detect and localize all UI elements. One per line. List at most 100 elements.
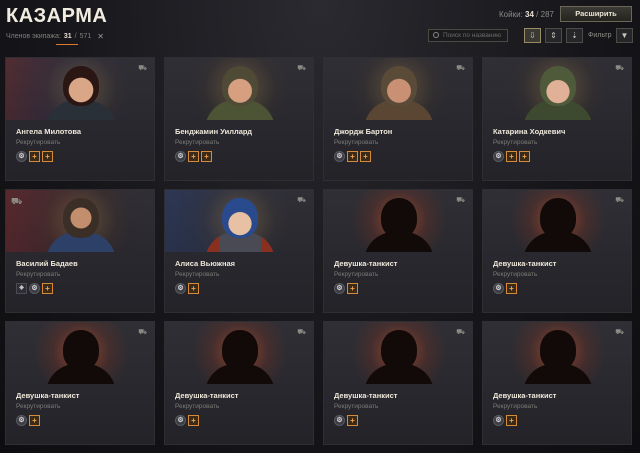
gear-icon: ⚙ xyxy=(334,151,345,162)
add-skill-icon[interactable]: + xyxy=(506,151,517,162)
crew-name: Алиса Вьюжная xyxy=(175,259,236,268)
recruit-link[interactable]: Рекрутировать xyxy=(493,139,537,146)
recruit-link[interactable]: Рекрутировать xyxy=(334,271,378,278)
add-skill-icon[interactable]: + xyxy=(201,151,212,162)
tank-icon: ⛟ xyxy=(297,197,306,204)
crew-portrait xyxy=(324,58,472,120)
crew-name: Девушка-танкист xyxy=(16,391,80,400)
gear-icon: ⚙ xyxy=(16,415,27,426)
crew-card[interactable]: ⛟ Ангела Милотова Рекрутировать ⚙ + + xyxy=(5,57,155,181)
search-input[interactable]: Поиск по названию xyxy=(428,29,508,42)
tank-icon: ⛟ xyxy=(297,329,306,336)
gear-icon: ⚙ xyxy=(175,151,186,162)
filter-button[interactable]: ▼ xyxy=(616,28,633,43)
crew-portrait xyxy=(483,190,631,252)
skills-row: ⚙ + xyxy=(175,415,199,426)
add-skill-icon[interactable]: + xyxy=(29,415,40,426)
filter-label: Фильтр xyxy=(588,32,612,39)
expand-barracks-button[interactable]: Расширить xyxy=(560,6,632,22)
recruit-link[interactable]: Рекрутировать xyxy=(493,271,537,278)
add-skill-icon[interactable]: + xyxy=(360,151,371,162)
crew-name: Девушка-танкист xyxy=(493,259,557,268)
add-skill-icon[interactable]: + xyxy=(29,151,40,162)
sort-by-skill-button[interactable]: ⇣ xyxy=(566,28,583,43)
skill-sort-icon: ⇣ xyxy=(571,31,578,40)
add-skill-icon[interactable]: + xyxy=(188,283,199,294)
bunks-label: Койки: xyxy=(499,10,523,19)
add-skill-icon[interactable]: + xyxy=(188,151,199,162)
bunks-total: 287 xyxy=(540,10,554,19)
tank-icon: ⛟ xyxy=(138,329,147,336)
crew-portrait xyxy=(483,58,631,120)
crew-name: Бенджамин Уиллард xyxy=(175,127,253,136)
add-skill-icon[interactable]: + xyxy=(506,415,517,426)
tank-icon: ⛟ xyxy=(456,197,465,204)
gear-icon: ⚙ xyxy=(493,415,504,426)
crew-current: 31 xyxy=(63,33,72,40)
recruit-link[interactable]: Рекрутировать xyxy=(334,139,378,146)
clear-filter-icon[interactable]: ✕ xyxy=(97,32,104,41)
crew-name: Девушка-танкист xyxy=(175,391,239,400)
skills-row: ◈ ⚙ + xyxy=(16,283,53,294)
skills-row: ⚙ + xyxy=(493,415,517,426)
add-skill-icon[interactable]: + xyxy=(188,415,199,426)
recruit-link[interactable]: Рекрутировать xyxy=(175,403,219,410)
crew-name: Девушка-танкист xyxy=(493,391,557,400)
crew-portrait xyxy=(483,322,631,384)
crew-card[interactable]: ⛟ Девушка-танкист Рекрутировать ⚙ + xyxy=(164,321,314,445)
crew-portrait xyxy=(6,322,154,384)
search-icon xyxy=(433,32,439,38)
crew-card[interactable]: ⛟ Бенджамин Уиллард Рекрутировать ⚙ + + xyxy=(164,57,314,181)
crew-card[interactable]: ⛟ Алиса Вьюжная Рекрутировать ⚙ + xyxy=(164,189,314,313)
add-skill-icon[interactable]: + xyxy=(347,283,358,294)
gear-icon: ⚙ xyxy=(493,283,504,294)
add-skill-icon[interactable]: + xyxy=(519,151,530,162)
recruit-link[interactable]: Рекрутировать xyxy=(175,139,219,146)
add-skill-icon[interactable]: + xyxy=(347,151,358,162)
skills-row: ⚙ + + xyxy=(16,151,53,162)
recruit-link[interactable]: Рекрутировать xyxy=(16,271,60,278)
add-skill-icon[interactable]: + xyxy=(42,151,53,162)
crew-portrait xyxy=(6,58,154,120)
crew-card[interactable]: ⛟ Джордж Бартон Рекрутировать ⚙ + + xyxy=(323,57,473,181)
crew-card[interactable]: ⛟ Девушка-танкист Рекрутировать ⚙ + xyxy=(482,321,632,445)
perk-icon: ◈ xyxy=(16,283,27,294)
crew-card[interactable]: ⛟ Девушка-танкист Рекрутировать ⚙ + xyxy=(323,189,473,313)
add-skill-icon[interactable]: + xyxy=(347,415,358,426)
recruit-link[interactable]: Рекрутировать xyxy=(175,271,219,278)
crew-portrait xyxy=(165,58,313,120)
gear-icon: ⚙ xyxy=(334,415,345,426)
tractor-icon: ⛟ xyxy=(11,196,23,206)
recruit-link[interactable]: Рекрутировать xyxy=(493,403,537,410)
accent-underline xyxy=(56,44,78,45)
gear-icon: ⚙ xyxy=(29,283,40,294)
funnel-icon: ▼ xyxy=(620,31,629,40)
crew-card[interactable]: ⛟ Девушка-танкист Рекрутировать ⚙ + xyxy=(323,321,473,445)
recruit-link[interactable]: Рекрутировать xyxy=(16,139,60,146)
crew-card[interactable]: ⛟ Девушка-танкист Рекрутировать ⚙ + xyxy=(482,189,632,313)
skills-row: ⚙ + xyxy=(175,283,199,294)
add-skill-icon[interactable]: + xyxy=(506,283,517,294)
crew-portrait xyxy=(324,190,472,252)
page-title: КАЗАРМА xyxy=(6,5,108,27)
skills-row: ⚙ + + xyxy=(334,151,371,162)
search-placeholder: Поиск по названию xyxy=(443,32,501,39)
crew-card[interactable]: ⛟ Катарина Ходкевич Рекрутировать ⚙ + + xyxy=(482,57,632,181)
sort-by-level-button[interactable]: ⇕ xyxy=(545,28,562,43)
gear-icon: ⚙ xyxy=(334,283,345,294)
add-skill-icon[interactable]: + xyxy=(42,283,53,294)
crew-card[interactable]: ⛟ Василий Бадаев Рекрутировать ◈ ⚙ + xyxy=(5,189,155,313)
sort-by-rank-button[interactable]: ⇩ xyxy=(524,28,541,43)
crew-card[interactable]: ⛟ Девушка-танкист Рекрутировать ⚙ + xyxy=(5,321,155,445)
sort-icon: ⇕ xyxy=(550,31,557,40)
skills-row: ⚙ + + xyxy=(493,151,530,162)
tank-icon: ⛟ xyxy=(615,329,624,336)
header: КАЗАРМА Койки: 34 / 287 Расширить Членов… xyxy=(0,0,640,52)
recruit-link[interactable]: Рекрутировать xyxy=(334,403,378,410)
crew-name: Василий Бадаев xyxy=(16,259,78,268)
gear-icon: ⚙ xyxy=(175,415,186,426)
crew-name: Ангела Милотова xyxy=(16,127,82,136)
tank-icon: ⛟ xyxy=(456,65,465,72)
recruit-link[interactable]: Рекрутировать xyxy=(16,403,60,410)
skills-row: ⚙ + xyxy=(334,415,358,426)
